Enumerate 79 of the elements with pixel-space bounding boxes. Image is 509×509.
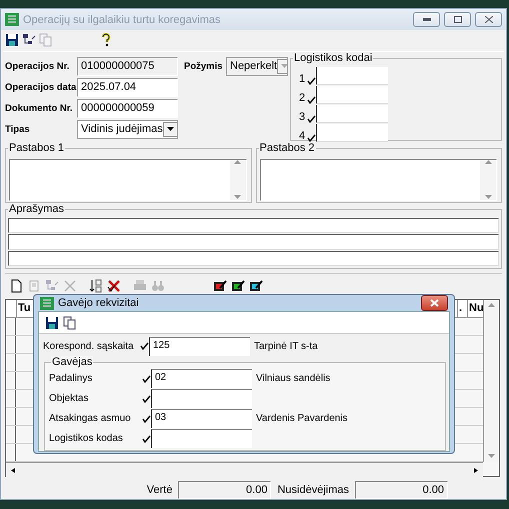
save-icon[interactable] bbox=[5, 33, 19, 47]
field-description: Vilniaus sandėlis bbox=[256, 373, 330, 384]
maximize-button[interactable] bbox=[444, 12, 471, 27]
right-arrow-icon[interactable] bbox=[472, 468, 479, 473]
up-arrow-icon[interactable] bbox=[234, 160, 241, 165]
window-title: Operacijų su ilgalaikiu turtu koregavimas bbox=[23, 14, 222, 26]
close-button[interactable] bbox=[421, 295, 448, 311]
field-label: Tipas bbox=[5, 124, 31, 134]
edit-icon[interactable] bbox=[231, 278, 245, 292]
new-document-icon[interactable] bbox=[9, 278, 23, 292]
save-icon[interactable] bbox=[45, 316, 59, 330]
field-label: Logistikos kodas bbox=[49, 433, 124, 444]
group-title: Gavėjas bbox=[51, 356, 94, 368]
help-icon[interactable] bbox=[99, 33, 113, 47]
copy-icon[interactable] bbox=[63, 316, 77, 330]
total-label: Vertė bbox=[146, 484, 172, 496]
input-field[interactable] bbox=[8, 250, 499, 266]
input-field[interactable]: 010000000075 bbox=[77, 56, 178, 76]
row-number: 1 bbox=[299, 73, 306, 85]
check-icon bbox=[142, 434, 151, 442]
check-icon bbox=[307, 96, 316, 104]
dropdown-arrow-icon[interactable] bbox=[166, 126, 174, 132]
row-number: 4 bbox=[299, 130, 306, 142]
up-arrow-icon[interactable] bbox=[488, 303, 495, 308]
input-field[interactable]: 03 bbox=[151, 409, 252, 428]
total-label: Nusidėvėjimas bbox=[277, 484, 349, 496]
row-number: 2 bbox=[299, 92, 306, 104]
field-label: Atsakingas asmuo bbox=[49, 413, 132, 424]
dialog-title: Gavėjo rekvizitai bbox=[58, 297, 140, 309]
group-title: Aprašymas bbox=[8, 203, 66, 215]
group-title: Pastabos 1 bbox=[8, 142, 66, 154]
input-field[interactable] bbox=[151, 429, 252, 448]
maximize-icon bbox=[454, 16, 462, 23]
sort-icon[interactable] bbox=[89, 278, 103, 292]
field-label: Požymis bbox=[184, 62, 224, 70]
input-field[interactable] bbox=[151, 389, 252, 408]
field-description: Tarpinė IT s-ta bbox=[254, 340, 318, 352]
minimize-icon bbox=[422, 18, 430, 21]
close-icon bbox=[430, 299, 439, 307]
check-icon bbox=[142, 394, 151, 402]
row-number: 3 bbox=[299, 111, 306, 123]
left-arrow-icon[interactable] bbox=[10, 468, 17, 473]
field-label: Operacijos Nr. bbox=[5, 62, 70, 70]
minimize-button[interactable] bbox=[413, 12, 440, 27]
group-title: Pastabos 2 bbox=[258, 142, 316, 154]
total-field: 0.00 bbox=[355, 481, 448, 499]
check-icon bbox=[307, 77, 316, 85]
input-field[interactable]: 02 bbox=[151, 369, 252, 388]
tree-icon[interactable] bbox=[22, 33, 36, 47]
up-arrow-icon[interactable] bbox=[484, 160, 492, 165]
edit-icon[interactable] bbox=[213, 278, 227, 292]
field-label: Dokumento Nr. bbox=[5, 104, 74, 112]
input-field[interactable]: 2025.07.04 bbox=[77, 78, 178, 96]
field-label: Objektas bbox=[49, 393, 90, 404]
edit-icon[interactable] bbox=[249, 278, 263, 292]
close-button[interactable] bbox=[475, 12, 502, 27]
type-dropdown[interactable]: Vidinis judėjimas bbox=[77, 120, 178, 138]
check-icon bbox=[307, 134, 316, 142]
column-header[interactable]: . bbox=[457, 300, 467, 317]
memo-field[interactable] bbox=[260, 159, 497, 201]
field-label: Padalinys bbox=[49, 373, 94, 384]
field-label: Korespond. sąskaita bbox=[43, 340, 135, 352]
check-icon bbox=[140, 342, 149, 350]
group-title: Logistikos kodai bbox=[293, 52, 374, 64]
input-field[interactable]: 125 bbox=[149, 336, 250, 356]
check-icon bbox=[307, 115, 316, 123]
field-label: Operacijos data bbox=[5, 82, 77, 92]
form-icon bbox=[40, 296, 54, 310]
memo-field[interactable] bbox=[9, 159, 246, 201]
input-field[interactable] bbox=[8, 234, 499, 250]
total-field: 0.00 bbox=[178, 481, 272, 499]
input-field[interactable] bbox=[8, 218, 499, 234]
check-icon bbox=[142, 414, 151, 422]
check-icon bbox=[142, 374, 151, 382]
cancel-icon[interactable] bbox=[107, 278, 121, 292]
input-field[interactable]: 000000000059 bbox=[77, 98, 178, 118]
field-description: Vardenis Pavardenis bbox=[256, 413, 348, 424]
close-icon bbox=[484, 16, 492, 23]
form-icon bbox=[5, 13, 19, 26]
